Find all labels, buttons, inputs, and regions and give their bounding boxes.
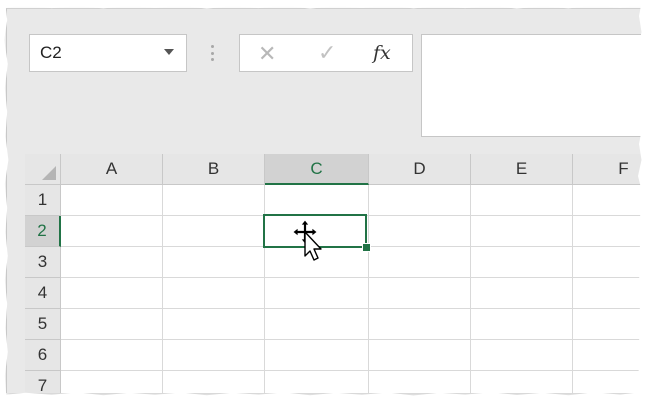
cell-b5[interactable] <box>163 309 265 340</box>
fill-handle[interactable] <box>362 243 371 252</box>
cell-b7[interactable] <box>163 371 265 393</box>
formula-bar-input[interactable] <box>421 34 646 137</box>
column-header-f[interactable]: F <box>573 154 646 185</box>
cell-c4[interactable] <box>265 278 369 309</box>
cell-a3[interactable] <box>61 247 163 278</box>
cell-a6[interactable] <box>61 340 163 371</box>
cell-e4[interactable] <box>471 278 573 309</box>
cell-b1[interactable] <box>163 185 265 216</box>
cell-e7[interactable] <box>471 371 573 393</box>
column-header-b[interactable]: B <box>163 154 265 185</box>
column-header-e[interactable]: E <box>471 154 573 185</box>
cell-b2[interactable] <box>163 216 265 247</box>
move-cursor-icon <box>293 220 322 261</box>
row-header-2[interactable]: 2 <box>25 216 61 247</box>
cell-f3[interactable] <box>573 247 646 278</box>
excel-window: C2 ✕ ✓ fx A B C D E F 1 2 3 4 5 6 7 <box>6 8 646 393</box>
cell-b3[interactable] <box>163 247 265 278</box>
cell-f6[interactable] <box>573 340 646 371</box>
cell-b4[interactable] <box>163 278 265 309</box>
name-box[interactable]: C2 <box>29 34 187 72</box>
row-header-7[interactable]: 7 <box>25 371 61 393</box>
row-header-1[interactable]: 1 <box>25 185 61 216</box>
cell-f1[interactable] <box>573 185 646 216</box>
cell-d3[interactable] <box>369 247 471 278</box>
cell-d5[interactable] <box>369 309 471 340</box>
select-all-button[interactable] <box>25 154 61 185</box>
cell-d1[interactable] <box>369 185 471 216</box>
check-icon[interactable]: ✓ <box>318 40 336 66</box>
row-header-6[interactable]: 6 <box>25 340 61 371</box>
chevron-down-icon[interactable] <box>164 49 174 55</box>
row-header-3[interactable]: 3 <box>25 247 61 278</box>
cell-c7[interactable] <box>265 371 369 393</box>
cell-f5[interactable] <box>573 309 646 340</box>
cell-a1[interactable] <box>61 185 163 216</box>
column-header-c[interactable]: C <box>265 154 369 185</box>
drag-handle-icon[interactable] <box>210 45 214 61</box>
cell-c6[interactable] <box>265 340 369 371</box>
cell-d7[interactable] <box>369 371 471 393</box>
cell-a2[interactable] <box>61 216 163 247</box>
function-button[interactable]: fx <box>373 42 391 64</box>
cell-e5[interactable] <box>471 309 573 340</box>
cell-d4[interactable] <box>369 278 471 309</box>
name-box-value: C2 <box>40 43 62 62</box>
cell-d6[interactable] <box>369 340 471 371</box>
x-icon[interactable]: ✕ <box>258 41 276 67</box>
cell-e6[interactable] <box>471 340 573 371</box>
cell-d2[interactable] <box>369 216 471 247</box>
cell-e1[interactable] <box>471 185 573 216</box>
cell-c5[interactable] <box>265 309 369 340</box>
spreadsheet-grid: A B C D E F 1 2 3 4 5 6 7 <box>25 154 646 393</box>
cell-f2[interactable] <box>573 216 646 247</box>
select-all-triangle-icon <box>42 166 56 180</box>
cell-f7[interactable] <box>573 371 646 393</box>
cell-e3[interactable] <box>471 247 573 278</box>
cell-a4[interactable] <box>61 278 163 309</box>
column-header-a[interactable]: A <box>61 154 163 185</box>
cell-a7[interactable] <box>61 371 163 393</box>
cell-f4[interactable] <box>573 278 646 309</box>
cell-e2[interactable] <box>471 216 573 247</box>
row-header-5[interactable]: 5 <box>25 309 61 340</box>
cell-c1[interactable] <box>265 185 369 216</box>
cell-a5[interactable] <box>61 309 163 340</box>
formula-buttons: ✕ ✓ fx <box>239 34 413 72</box>
row-header-4[interactable]: 4 <box>25 278 61 309</box>
column-header-d[interactable]: D <box>369 154 471 185</box>
cell-b6[interactable] <box>163 340 265 371</box>
